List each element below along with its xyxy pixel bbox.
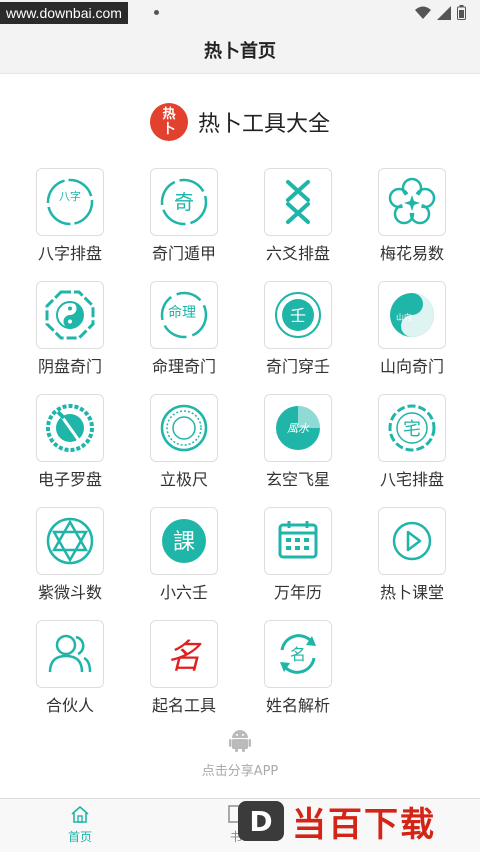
tool-liuyao[interactable]: 六爻排盘 (242, 166, 356, 276)
tool-label: 命理奇门 (151, 357, 216, 376)
tool-label: 合伙人 (45, 696, 94, 715)
name-analysis-icon: 名 (280, 634, 316, 674)
tab-home-label: 首页 (67, 830, 92, 844)
tool-ziwei[interactable]: 紫微斗数 (14, 505, 128, 615)
tool-bazi[interactable]: 八字 八字排盘 (14, 166, 128, 276)
tool-label: 山向奇门 (379, 357, 444, 376)
tool-hehuoren[interactable]: 合伙人 (14, 618, 128, 728)
yinyang-bagua-icon (45, 290, 95, 340)
home-icon (71, 805, 89, 823)
notification-dot (154, 10, 159, 15)
page-title: 热卜首页 (204, 40, 276, 62)
tool-xingming[interactable]: 名 姓名解析 (242, 618, 356, 728)
shanxiang-glyph: 山向 (396, 312, 412, 322)
fengshui-glyph: 風水 (287, 422, 310, 435)
tool-mingli[interactable]: 命理 命理奇门 (128, 279, 242, 389)
tool-label: 电子罗盘 (37, 470, 102, 489)
calendar-icon (278, 521, 318, 559)
tool-label: 紫微斗数 (37, 583, 102, 602)
bazhai-glyph: 宅 (403, 419, 421, 440)
mingli-glyph: 命理 (168, 304, 196, 321)
bazi-icon: 八字 (46, 178, 94, 226)
ke-glyph: 課 (173, 530, 195, 555)
tool-label: 万年历 (273, 583, 322, 602)
ren-glyph: 壬 (290, 306, 306, 325)
watermark-badge-letter: D (249, 806, 272, 836)
qimen-icon: 奇 (160, 178, 208, 226)
tool-label: 奇门遁甲 (151, 244, 216, 263)
tool-wannianli[interactable]: 万年历 (242, 505, 356, 615)
brand-logo-bottom: 卜 (162, 122, 176, 137)
d-letter-icon: D (249, 806, 272, 836)
tool-label: 八字排盘 (37, 244, 102, 263)
tool-yinpan[interactable]: 阴盘奇门 (14, 279, 128, 389)
tab-home[interactable]: 首页 (40, 805, 120, 845)
share-label: 点击分享APP (201, 764, 279, 779)
naming-glyph: 名 (167, 637, 202, 677)
wifi-icon (415, 6, 431, 19)
bazi-glyph: 八字 (59, 189, 81, 203)
android-icon (229, 730, 251, 752)
tool-label: 六爻排盘 (265, 244, 330, 263)
tool-qimen[interactable]: 奇 奇门遁甲 (128, 166, 242, 276)
partners-icon (48, 634, 92, 673)
brand-logo: 热 卜 (149, 103, 188, 141)
tool-shanxiang[interactable]: 山向 山向奇门 (356, 279, 470, 389)
tool-chuanren[interactable]: 壬 奇门穿壬 (242, 279, 356, 389)
brand-title: 热卜工具大全 (197, 112, 330, 137)
tool-label: 姓名解析 (265, 696, 330, 715)
watermark-brand-text: 当百下载 (292, 804, 436, 845)
tool-liji[interactable]: 立极尺 (128, 392, 242, 502)
tool-bazhai[interactable]: 宅 八宅排盘 (356, 392, 470, 502)
shanxiang-icon: 山向 (390, 293, 434, 337)
plum-blossom-icon (388, 177, 436, 225)
tool-label: 立极尺 (159, 470, 208, 489)
bazhai-icon: 宅 (388, 404, 436, 452)
tool-label: 玄空飞星 (265, 470, 330, 489)
qimen-glyph: 奇 (174, 190, 194, 214)
tool-xiaoliuren[interactable]: 課 小六壬 (128, 505, 242, 615)
tool-label: 梅花易数 (379, 244, 444, 263)
watermark-logo: D 当百下载 (238, 796, 478, 846)
tool-label: 八宅排盘 (379, 470, 444, 489)
share-app-button[interactable]: 点击分享APP (0, 728, 480, 779)
name-analysis-glyph: 名 (290, 645, 306, 664)
tool-label: 起名工具 (151, 696, 216, 715)
naming-icon: 名 (167, 637, 202, 677)
tool-label: 热卜课堂 (379, 583, 444, 602)
tool-label: 阴盘奇门 (37, 357, 102, 376)
tool-xuankong[interactable]: 風水 玄空飞星 (242, 392, 356, 502)
app-header: 热卜首页 (0, 26, 480, 74)
brand-row: 热 卜 热卜工具大全 (0, 100, 480, 144)
play-icon (392, 521, 432, 561)
fengshui-icon: 風水 (276, 406, 320, 450)
tool-meihua[interactable]: 梅花易数 (356, 166, 470, 276)
liuyao-icon (286, 180, 310, 224)
compass-icon (46, 404, 94, 452)
mingli-icon: 命理 (160, 291, 208, 339)
battery-icon (457, 5, 466, 20)
signal-icon (437, 5, 451, 20)
watermark-badge: D (238, 801, 284, 841)
brand-logo-top: 热 (162, 107, 176, 122)
status-icons (415, 5, 466, 20)
tool-qiming[interactable]: 名 起名工具 (128, 618, 242, 728)
tool-label: 小六壬 (159, 583, 208, 602)
tool-ketang[interactable]: 热卜课堂 (356, 505, 470, 615)
tool-label: 奇门穿壬 (265, 357, 330, 376)
tool-compass[interactable]: 电子罗盘 (14, 392, 128, 502)
star-of-david-icon (46, 517, 94, 565)
watermark-text: www.downbai.com (0, 2, 128, 24)
ke-icon: 課 (162, 519, 206, 563)
ren-icon: 壬 (275, 292, 321, 338)
status-bar: www.downbai.com (0, 0, 480, 26)
ruler-ring-icon (160, 404, 208, 452)
